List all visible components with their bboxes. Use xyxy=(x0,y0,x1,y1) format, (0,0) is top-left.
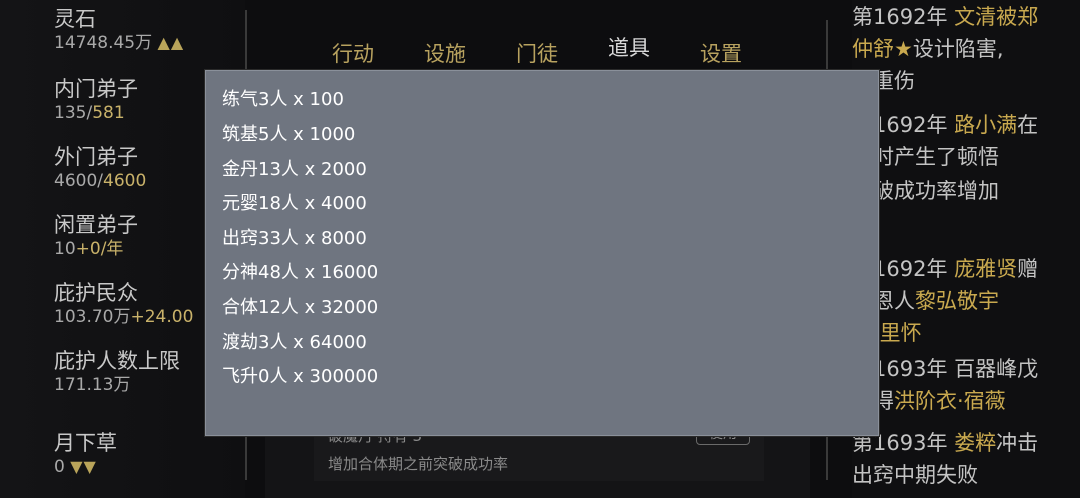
stat-outer-disciples[interactable]: 外门弟子 4600/4600 xyxy=(54,144,146,192)
stat-value: 135/ xyxy=(54,103,93,123)
tab-items[interactable]: 道具 xyxy=(608,32,650,62)
log-highlight: 黎弘敬宇 xyxy=(915,289,999,313)
stat-value-max: 581 xyxy=(92,103,125,123)
stat-idle-disciples[interactable]: 闲置弟子 10+0/年 xyxy=(54,212,138,260)
log-highlight: 文清被郑 xyxy=(954,5,1039,29)
log-line: 第1692年 路小满在 xyxy=(852,108,1072,143)
cost-row: 渡劫3人 x 64000 xyxy=(222,332,367,353)
stat-value-rate: +0/年 xyxy=(75,239,124,259)
stat-value: 14748.45万 xyxy=(54,33,153,53)
log-line: 了恩人黎弘敬宇 xyxy=(852,284,1072,319)
log-line: % xyxy=(852,208,1072,243)
stat-moon-grass[interactable]: 月下草 0 ▼▼ xyxy=(54,430,117,478)
cost-row: 金丹13人 x 2000 xyxy=(222,159,367,180)
log-text: 赠 xyxy=(1017,257,1039,281)
cost-row: 出窍33人 x 8000 xyxy=(222,228,367,249)
log-line: 受重伤 xyxy=(852,64,1072,99)
log-text: 第1692年 xyxy=(852,5,955,29)
log-highlight: 庞雅贤 xyxy=(954,257,1018,281)
log-line: 出窍中期失败 xyxy=(852,458,1072,493)
cost-row: 练气3人 x 100 xyxy=(222,89,344,110)
stat-protection-limit[interactable]: 庇护人数上限 171.13万 xyxy=(54,348,180,396)
tab-settings[interactable]: 设置 xyxy=(700,38,742,68)
log-line: 突破成功率增加 xyxy=(852,174,1072,209)
stat-value-max: 4600 xyxy=(103,171,147,191)
log-highlight: 仲舒★ xyxy=(852,37,913,61)
up-arrows-icon: ▲▲ xyxy=(157,33,185,52)
stat-value: 171.13万 xyxy=(54,375,131,395)
tab-actions[interactable]: 行动 xyxy=(332,38,374,68)
cost-row: 筑基5人 x 1000 xyxy=(222,124,356,145)
log-highlight: 娄粹 xyxy=(954,431,997,455)
cost-row: 分神48人 x 16000 xyxy=(222,262,379,283)
stat-value: 10 xyxy=(54,239,76,259)
log-text: 第1693年 百器峰戊 xyxy=(852,357,1039,381)
stat-label: 外门弟子 xyxy=(54,145,138,169)
log-highlight: 洪阶衣·宿薇 xyxy=(894,389,1006,413)
stat-value: 103.70万 xyxy=(54,307,131,327)
cost-row: 飞升0人 x 300000 xyxy=(222,366,379,387)
stat-label: 内门弟子 xyxy=(54,77,138,101)
log-text: 在 xyxy=(1017,113,1039,137)
cost-row: 合体12人 x 32000 xyxy=(222,297,379,318)
log-highlight: 路小满 xyxy=(954,113,1018,137)
stat-value-rate: +24.00 xyxy=(130,307,194,327)
stat-label: 闲置弟子 xyxy=(54,213,138,237)
log-line: 铸得洪阶衣·宿薇 xyxy=(852,384,1072,419)
log-text: 冲击 xyxy=(996,431,1039,455)
log-line: 掘时产生了顿悟 xyxy=(852,140,1072,175)
stat-value: 0 xyxy=(54,457,65,477)
log-text: 设计陷害, xyxy=(912,37,1004,61)
stat-protected-people[interactable]: 庇护民众 103.70万+24.00 xyxy=(54,280,193,328)
stat-label: 庇护民众 xyxy=(54,281,138,305)
main-tabs: 行动 设施 门徒 道具 设置 xyxy=(300,28,810,72)
item-description: 增加合体期之前突破成功率 xyxy=(328,455,509,473)
stat-value: 4600/ xyxy=(54,171,103,191)
tab-facilities[interactable]: 设施 xyxy=(424,38,466,68)
log-line: 第1692年 庞雅贤赠 xyxy=(852,252,1072,287)
stat-label: 月下草 xyxy=(54,431,117,455)
breakthrough-cost-popup[interactable]: 练气3人 x 100 筑基5人 x 1000 金丹13人 x 2000 元婴18… xyxy=(205,70,879,436)
stat-inner-disciples[interactable]: 内门弟子 135/581 xyxy=(54,76,138,124)
log-line: 仲舒★设计陷害, xyxy=(852,32,1072,67)
stat-label: 庇护人数上限 xyxy=(54,349,180,373)
stat-spirit-stone[interactable]: 灵石 14748.45万 ▲▲ xyxy=(54,6,184,54)
log-line: 第1692年 文清被郑 xyxy=(852,0,1072,35)
log-line: 第1693年 娄粹冲击 xyxy=(852,426,1072,461)
stat-label: 灵石 xyxy=(54,7,96,31)
log-line: 第1693年 百器峰戊 xyxy=(852,352,1072,387)
tab-disciples[interactable]: 门徒 xyxy=(516,38,558,68)
event-log[interactable]: 第1692年 文清被郑 仲舒★设计陷害, 受重伤 第1692年 路小满在 掘时产… xyxy=(852,0,1080,498)
log-line: 田.里怀 xyxy=(852,316,1072,351)
cost-row: 元婴18人 x 4000 xyxy=(222,193,367,214)
down-arrows-icon: ▼▼ xyxy=(70,457,97,476)
log-text: 出窍中期失败 xyxy=(852,463,978,487)
